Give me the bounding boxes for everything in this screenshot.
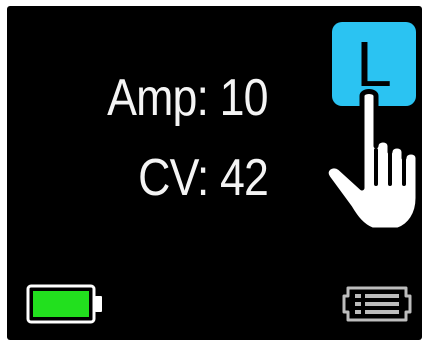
mode-button[interactable]: L [332, 22, 416, 106]
device-frame: Amp: 10 CV: 42 L [0, 0, 428, 343]
cv-readout: CV: 42 [138, 149, 269, 207]
battery-level-fill [33, 291, 89, 317]
amp-readout: Amp: 10 [107, 69, 268, 127]
list-menu-icon[interactable] [340, 284, 414, 324]
battery-icon [26, 284, 102, 324]
